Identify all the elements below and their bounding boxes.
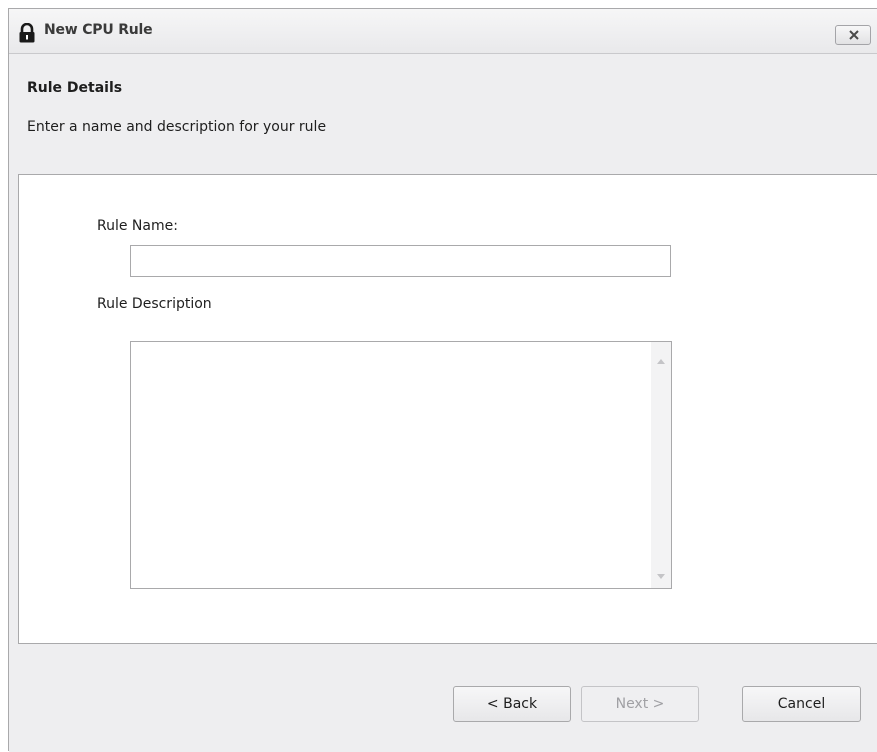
rule-description-field[interactable] bbox=[130, 341, 672, 589]
window-title: New CPU Rule bbox=[44, 22, 153, 38]
wizard-footer: < Back Next > Cancel bbox=[9, 644, 877, 752]
wizard-header: Rule Details Enter a name and descriptio… bbox=[9, 54, 877, 174]
rule-name-input[interactable] bbox=[130, 245, 671, 277]
wizard-content: Rule Name: Rule Description bbox=[18, 174, 877, 644]
close-button[interactable] bbox=[835, 25, 871, 45]
close-icon bbox=[849, 30, 859, 40]
scroll-up-arrow-icon[interactable] bbox=[657, 352, 665, 368]
cancel-button[interactable]: Cancel bbox=[742, 686, 861, 722]
rule-description-label: Rule Description bbox=[97, 296, 212, 312]
scroll-down-arrow-icon[interactable] bbox=[657, 568, 665, 584]
rule-description-input[interactable] bbox=[131, 342, 651, 588]
next-button[interactable]: Next > bbox=[581, 686, 699, 722]
dialog-window: New CPU Rule Rule Details Enter a name a… bbox=[8, 8, 877, 752]
page-subtitle: Enter a name and description for your ru… bbox=[27, 119, 327, 135]
rule-name-label: Rule Name: bbox=[97, 218, 178, 234]
back-button[interactable]: < Back bbox=[453, 686, 571, 722]
title-bar[interactable]: New CPU Rule bbox=[9, 9, 877, 54]
description-scrollbar[interactable] bbox=[651, 342, 671, 588]
page-title: Rule Details bbox=[27, 80, 123, 96]
lock-icon bbox=[18, 22, 36, 43]
